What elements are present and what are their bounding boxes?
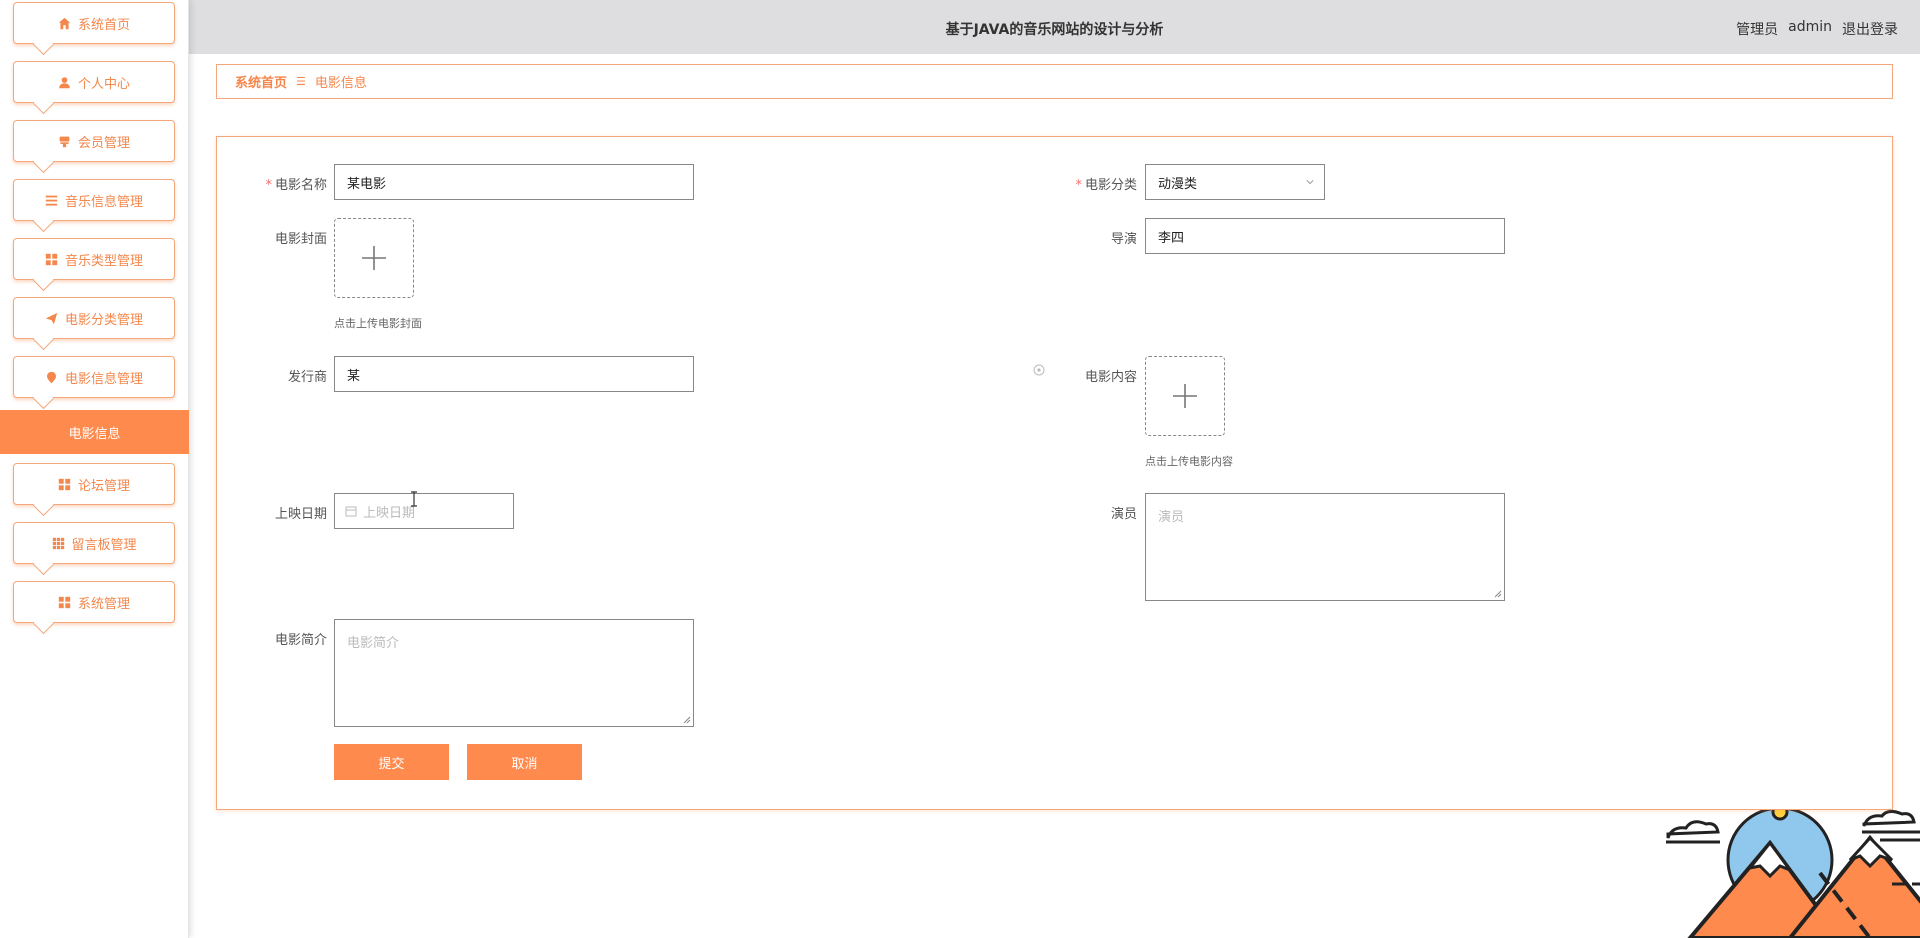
sidebar-subitem-label: 电影信息 bbox=[68, 426, 121, 442]
date-placeholder: 上映日期 bbox=[363, 505, 416, 521]
sidebar-item-label: 电影信息管理 bbox=[64, 371, 143, 387]
sidebar-item-label: 系统管理 bbox=[77, 596, 130, 612]
sidebar-item-label: 音乐类型管理 bbox=[64, 253, 143, 269]
sidebar-item-home[interactable]: 系统首页 bbox=[13, 2, 175, 44]
pin-icon bbox=[45, 370, 59, 384]
director-label: 导演 bbox=[1110, 232, 1137, 247]
breadcrumb-home[interactable]: 系统首页 bbox=[235, 72, 287, 91]
name-label: * 电影名称 bbox=[265, 178, 327, 193]
director-value: 李四 bbox=[1158, 230, 1185, 246]
sidebar: 系统首页 个人中心 会员管理 音乐信息管理 音乐类型管理 电影分类管理 电影信息… bbox=[0, 0, 189, 938]
sidebar-item-label: 留言板管理 bbox=[71, 537, 137, 553]
date-picker[interactable]: 上映日期 bbox=[334, 493, 514, 529]
calendar-icon bbox=[345, 506, 357, 517]
sidebar-item-music-info[interactable]: 音乐信息管理 bbox=[13, 179, 175, 221]
category-label: * 电影分类 bbox=[1075, 178, 1137, 193]
intro-textarea[interactable]: 电影简介 bbox=[334, 619, 694, 727]
breadcrumb: 系统首页 ☰ 电影信息 bbox=[216, 64, 1893, 99]
username: admin bbox=[1788, 19, 1832, 35]
actors-label: 演员 bbox=[1110, 507, 1137, 522]
sidebar-item-label: 个人中心 bbox=[77, 76, 130, 92]
plus-icon bbox=[1173, 384, 1197, 408]
plus-icon bbox=[362, 246, 386, 270]
grid-icon bbox=[58, 477, 72, 491]
sidebar-subitem-movie-info[interactable]: 电影信息 bbox=[0, 410, 189, 454]
cover-label: 电影封面 bbox=[274, 232, 327, 247]
sidebar-item-label: 论坛管理 bbox=[77, 478, 130, 494]
publisher-label: 发行商 bbox=[287, 370, 327, 385]
grid-icon bbox=[58, 595, 72, 609]
list-icon bbox=[45, 193, 59, 207]
text-cursor-icon bbox=[411, 491, 417, 507]
logout-link[interactable]: 退出登录 bbox=[1842, 19, 1898, 39]
submit-button[interactable]: 提交 bbox=[334, 744, 449, 780]
required-mark: * bbox=[1075, 178, 1082, 193]
actors-placeholder: 演员 bbox=[1158, 510, 1185, 525]
intro-label: 电影简介 bbox=[274, 633, 327, 648]
cover-upload[interactable] bbox=[334, 218, 414, 298]
send-icon bbox=[45, 311, 59, 325]
sidebar-item-label: 电影分类管理 bbox=[64, 312, 143, 328]
cancel-button[interactable]: 取消 bbox=[467, 744, 582, 780]
chevron-down-icon bbox=[1306, 180, 1314, 185]
user-area: 管理员 admin 退出登录 bbox=[1736, 19, 1898, 39]
breadcrumb-current: 电影信息 bbox=[314, 76, 367, 91]
intro-placeholder: 电影简介 bbox=[347, 636, 400, 651]
category-value: 动漫类 bbox=[1158, 176, 1198, 192]
sidebar-item-movie-categories[interactable]: 电影分类管理 bbox=[13, 297, 175, 339]
resize-grip-icon[interactable] bbox=[1494, 590, 1502, 598]
required-mark: * bbox=[265, 178, 272, 193]
content-upload[interactable] bbox=[1145, 356, 1225, 436]
sidebar-item-label: 音乐信息管理 bbox=[64, 194, 143, 210]
sidebar-item-system[interactable]: 系统管理 bbox=[13, 581, 175, 623]
apps-icon bbox=[51, 536, 65, 550]
sidebar-item-label: 会员管理 bbox=[77, 135, 130, 151]
sidebar-item-members[interactable]: 会员管理 bbox=[13, 120, 175, 162]
stamp-icon bbox=[58, 134, 72, 148]
top-header: 基于JAVA的音乐网站的设计与分析 管理员 admin 退出登录 bbox=[189, 0, 1920, 54]
director-input[interactable]: 李四 bbox=[1145, 218, 1505, 254]
sidebar-item-profile[interactable]: 个人中心 bbox=[13, 61, 175, 103]
sidebar-item-music-types[interactable]: 音乐类型管理 bbox=[13, 238, 175, 280]
movie-form: * 电影名称 某电影 * 电影分类 动漫类 电影封面 点击上传电影封面 导演 李四 … bbox=[216, 136, 1893, 810]
content-label: 电影内容 bbox=[1084, 370, 1137, 385]
app-title: 基于JAVA的音乐网站的设计与分析 bbox=[945, 22, 1164, 38]
sidebar-item-label: 系统首页 bbox=[77, 17, 130, 33]
sidebar-item-messageboard[interactable]: 留言板管理 bbox=[13, 522, 175, 564]
user-icon bbox=[58, 75, 72, 89]
home-icon bbox=[58, 16, 72, 30]
sidebar-item-movie-info[interactable]: 电影信息管理 bbox=[13, 356, 175, 398]
category-select[interactable]: 动漫类 bbox=[1145, 164, 1325, 200]
grid-icon bbox=[45, 252, 59, 266]
sidebar-item-forum[interactable]: 论坛管理 bbox=[13, 463, 175, 505]
resize-grip-icon[interactable] bbox=[683, 716, 691, 724]
content-hint: 点击上传电影内容 bbox=[1145, 455, 1233, 468]
date-label: 上映日期 bbox=[274, 507, 327, 522]
name-input[interactable]: 某电影 bbox=[334, 164, 694, 200]
mountain-illustration bbox=[1666, 803, 1920, 938]
name-value: 某电影 bbox=[347, 176, 387, 192]
publisher-value: 某 bbox=[347, 368, 361, 384]
user-role: 管理员 bbox=[1736, 22, 1779, 38]
publisher-input[interactable]: 某 bbox=[334, 356, 694, 392]
cover-hint: 点击上传电影封面 bbox=[334, 317, 422, 330]
breadcrumb-separator-icon: ☰ bbox=[296, 75, 306, 88]
actors-textarea[interactable]: 演员 bbox=[1145, 493, 1505, 601]
